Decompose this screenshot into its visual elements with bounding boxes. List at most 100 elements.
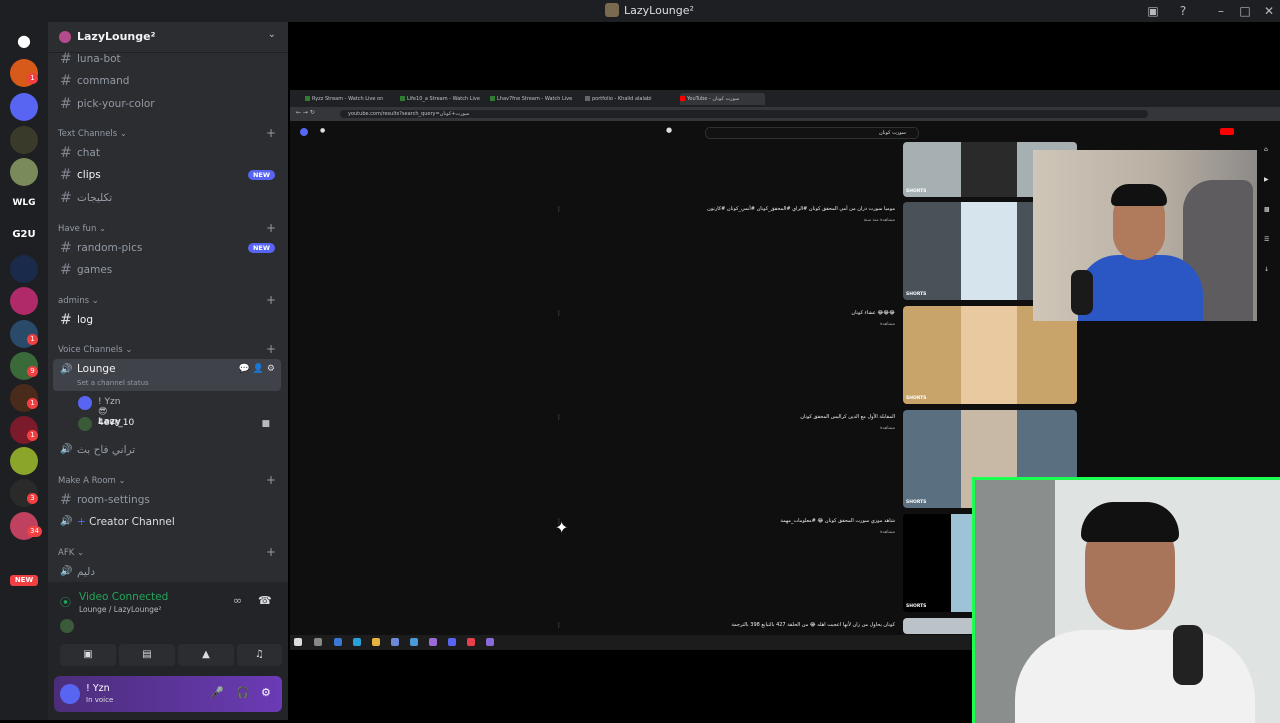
channel-clips-ar[interactable]: # تكليجات — [53, 188, 281, 208]
download-icon[interactable]: ↓ — [1264, 266, 1269, 273]
subscriptions-icon[interactable]: ▩ — [1264, 206, 1270, 213]
video-title[interactable]: شاهد موزي سورت المحقق كونان 😂 #معلومات_م… — [595, 518, 895, 524]
avatar[interactable] — [300, 128, 308, 136]
taskbar-app-icon[interactable] — [353, 638, 361, 646]
headphones-icon[interactable]: 🎧 — [236, 686, 250, 699]
server-icon-2[interactable] — [10, 93, 38, 121]
set-channel-status[interactable]: Set a channel status — [77, 379, 149, 387]
chevron-down-icon[interactable]: ⌄ — [268, 29, 276, 40]
avatar[interactable] — [60, 619, 74, 633]
server-icon-g2u[interactable]: G2U — [8, 229, 40, 240]
voice-channel-afk[interactable]: 🔊 دليم — [53, 562, 281, 582]
browser-tab-active[interactable]: YouTube - سورت كونان — [680, 93, 765, 105]
minimize-icon[interactable]: – — [1213, 3, 1229, 19]
server-icon-wlg[interactable]: WLG — [8, 198, 40, 208]
gear-icon[interactable]: ⚙ — [261, 686, 271, 699]
soundboard-icon[interactable]: ♫ — [237, 644, 282, 666]
channel-luna-bot[interactable]: # luna-bot — [53, 49, 281, 69]
taskbar-app-icon[interactable] — [314, 638, 322, 646]
server-icon-5[interactable] — [10, 287, 38, 315]
add-channel-icon[interactable]: + — [266, 342, 276, 356]
avatar[interactable] — [60, 684, 80, 704]
more-options-icon[interactable]: ⋮ — [556, 206, 562, 213]
connection-location[interactable]: Lounge / LazyLounge² — [79, 605, 162, 614]
search-input[interactable]: سورت كونان — [705, 127, 919, 139]
video-result[interactable]: ⋮ موميا سورت دران من أمي المحقق كونان #ا… — [550, 202, 1080, 300]
video-meta: مشاهدة — [880, 322, 895, 327]
add-channel-icon[interactable]: + — [266, 126, 276, 140]
taskbar-app-icon[interactable] — [334, 638, 342, 646]
add-channel-icon[interactable]: + — [266, 473, 276, 487]
channel-room-settings[interactable]: # room-settings — [53, 490, 281, 510]
inbox-icon[interactable]: ▣ — [1145, 3, 1161, 19]
server-icon-10[interactable] — [10, 447, 38, 475]
voice-channel-actions[interactable]: 💬 👤 ⚙ — [239, 364, 275, 374]
category-have-fun[interactable]: Have fun ⌄ — [58, 224, 106, 234]
taskbar-app-icon[interactable] — [448, 638, 456, 646]
video-title[interactable]: كونان يحاول من زان لأنها اعجبت اهله 😂 من… — [595, 622, 895, 628]
channel-command[interactable]: # command — [53, 71, 281, 91]
taskbar-app-icon[interactable] — [467, 638, 475, 646]
camera-off-icon[interactable]: ▣ — [60, 644, 116, 666]
home-icon[interactable]: ⌂ — [1264, 146, 1268, 153]
taskbar-app-icon[interactable] — [486, 638, 494, 646]
video-title[interactable]: موميا سورت دران من أمي المحقق كونان #الر… — [595, 206, 895, 212]
microphone-icon[interactable]: 🎤 — [210, 686, 224, 699]
more-options-icon[interactable]: ⋮ — [556, 310, 562, 317]
add-channel-icon[interactable]: + — [266, 545, 276, 559]
discord-home-icon[interactable]: ● — [10, 27, 38, 55]
browser-tab[interactable]: portfolio - Khalid alalabi — [585, 93, 670, 105]
bell-icon[interactable]: ● — [320, 127, 325, 134]
start-icon[interactable] — [294, 638, 302, 646]
add-channel-icon[interactable]: + — [266, 221, 276, 235]
voice-connection-panel: ⦿ Video Connected Lounge / LazyLounge² ∞… — [48, 582, 288, 720]
category-make-a-room[interactable]: Make A Room ⌄ — [58, 476, 126, 486]
channel-games[interactable]: # games — [53, 260, 281, 280]
voice-channel-creator[interactable]: 🔊 + Creator Channel — [53, 512, 281, 532]
nav-arrows-icon[interactable]: ← → ↻ — [296, 109, 315, 116]
taskbar-app-icon[interactable] — [391, 638, 399, 646]
taskbar-app-icon[interactable] — [372, 638, 380, 646]
category-afk[interactable]: AFK ⌄ — [58, 548, 84, 558]
browser-tab[interactable]: Life10_a Stream - Watch Live — [400, 93, 485, 105]
more-options-icon[interactable]: ⋮ — [556, 414, 562, 421]
category-admins[interactable]: admins ⌄ — [58, 296, 99, 306]
channel-random-pics[interactable]: # random-pics NEW — [53, 238, 281, 258]
channel-log[interactable]: # log — [53, 310, 281, 330]
taskbar-app-icon[interactable] — [410, 638, 418, 646]
activity-icon[interactable]: ▲ — [178, 644, 234, 666]
hash-icon: # — [60, 96, 72, 112]
library-icon[interactable]: ☰ — [1264, 236, 1269, 243]
voice-channel-other[interactable]: 🔊 تراني فاح بث — [53, 440, 281, 460]
video-title[interactable]: عشاء كونان 😂😂😂 — [595, 310, 895, 316]
maximize-icon[interactable]: □ — [1237, 3, 1253, 19]
disconnect-icon[interactable]: ☎ — [258, 594, 272, 607]
shorts-icon[interactable]: ▶ — [1264, 176, 1269, 183]
video-result[interactable]: SHORTS — [550, 142, 1080, 197]
noise-suppression-icon[interactable]: ∞ — [233, 594, 242, 607]
mouse-cursor-icon: ✦ — [555, 518, 569, 537]
youtube-logo-icon[interactable] — [1220, 128, 1234, 135]
channel-pick-your-color[interactable]: # pick-your-color — [53, 94, 281, 114]
category-text-channels[interactable]: Text Channels ⌄ — [58, 129, 127, 139]
taskbar-app-icon[interactable] — [429, 638, 437, 646]
video-title[interactable]: المقابلة الأول مع الدين كراليس المحقق كو… — [595, 414, 895, 420]
video-result[interactable]: ⋮ عشاء كونان 😂😂😂 مشاهدة SHORTS — [550, 306, 1080, 404]
microphone-icon[interactable]: ● — [666, 126, 672, 134]
voice-channel-lounge[interactable]: 🔊 Lounge Set a channel status 💬 👤 ⚙ — [53, 359, 281, 391]
channel-chat[interactable]: # chat — [53, 143, 281, 163]
category-voice-channels[interactable]: Voice Channels ⌄ — [58, 345, 132, 355]
add-channel-icon[interactable]: + — [266, 293, 276, 307]
channel-clips[interactable]: # clips NEW — [53, 165, 281, 185]
url-field[interactable]: youtube.com/results?search_query=سورت+كو… — [340, 110, 1148, 118]
close-icon[interactable]: ✕ — [1261, 3, 1277, 19]
browser-tab[interactable]: Lhav7fne Stream - Watch Live — [490, 93, 575, 105]
server-list: ● 1 WLG G2U 1 9 1 1 3 34 NEW — [0, 22, 48, 720]
more-options-icon[interactable]: ⋮ — [556, 622, 562, 629]
server-icon-starlight[interactable] — [10, 255, 38, 283]
server-icon-3[interactable] — [10, 126, 38, 154]
server-icon-4[interactable] — [10, 158, 38, 186]
browser-tab[interactable]: Ryzz Stream - Watch Live on — [305, 93, 390, 105]
help-icon[interactable]: ? — [1175, 3, 1191, 19]
screen-share-icon[interactable]: ▤ — [119, 644, 175, 666]
